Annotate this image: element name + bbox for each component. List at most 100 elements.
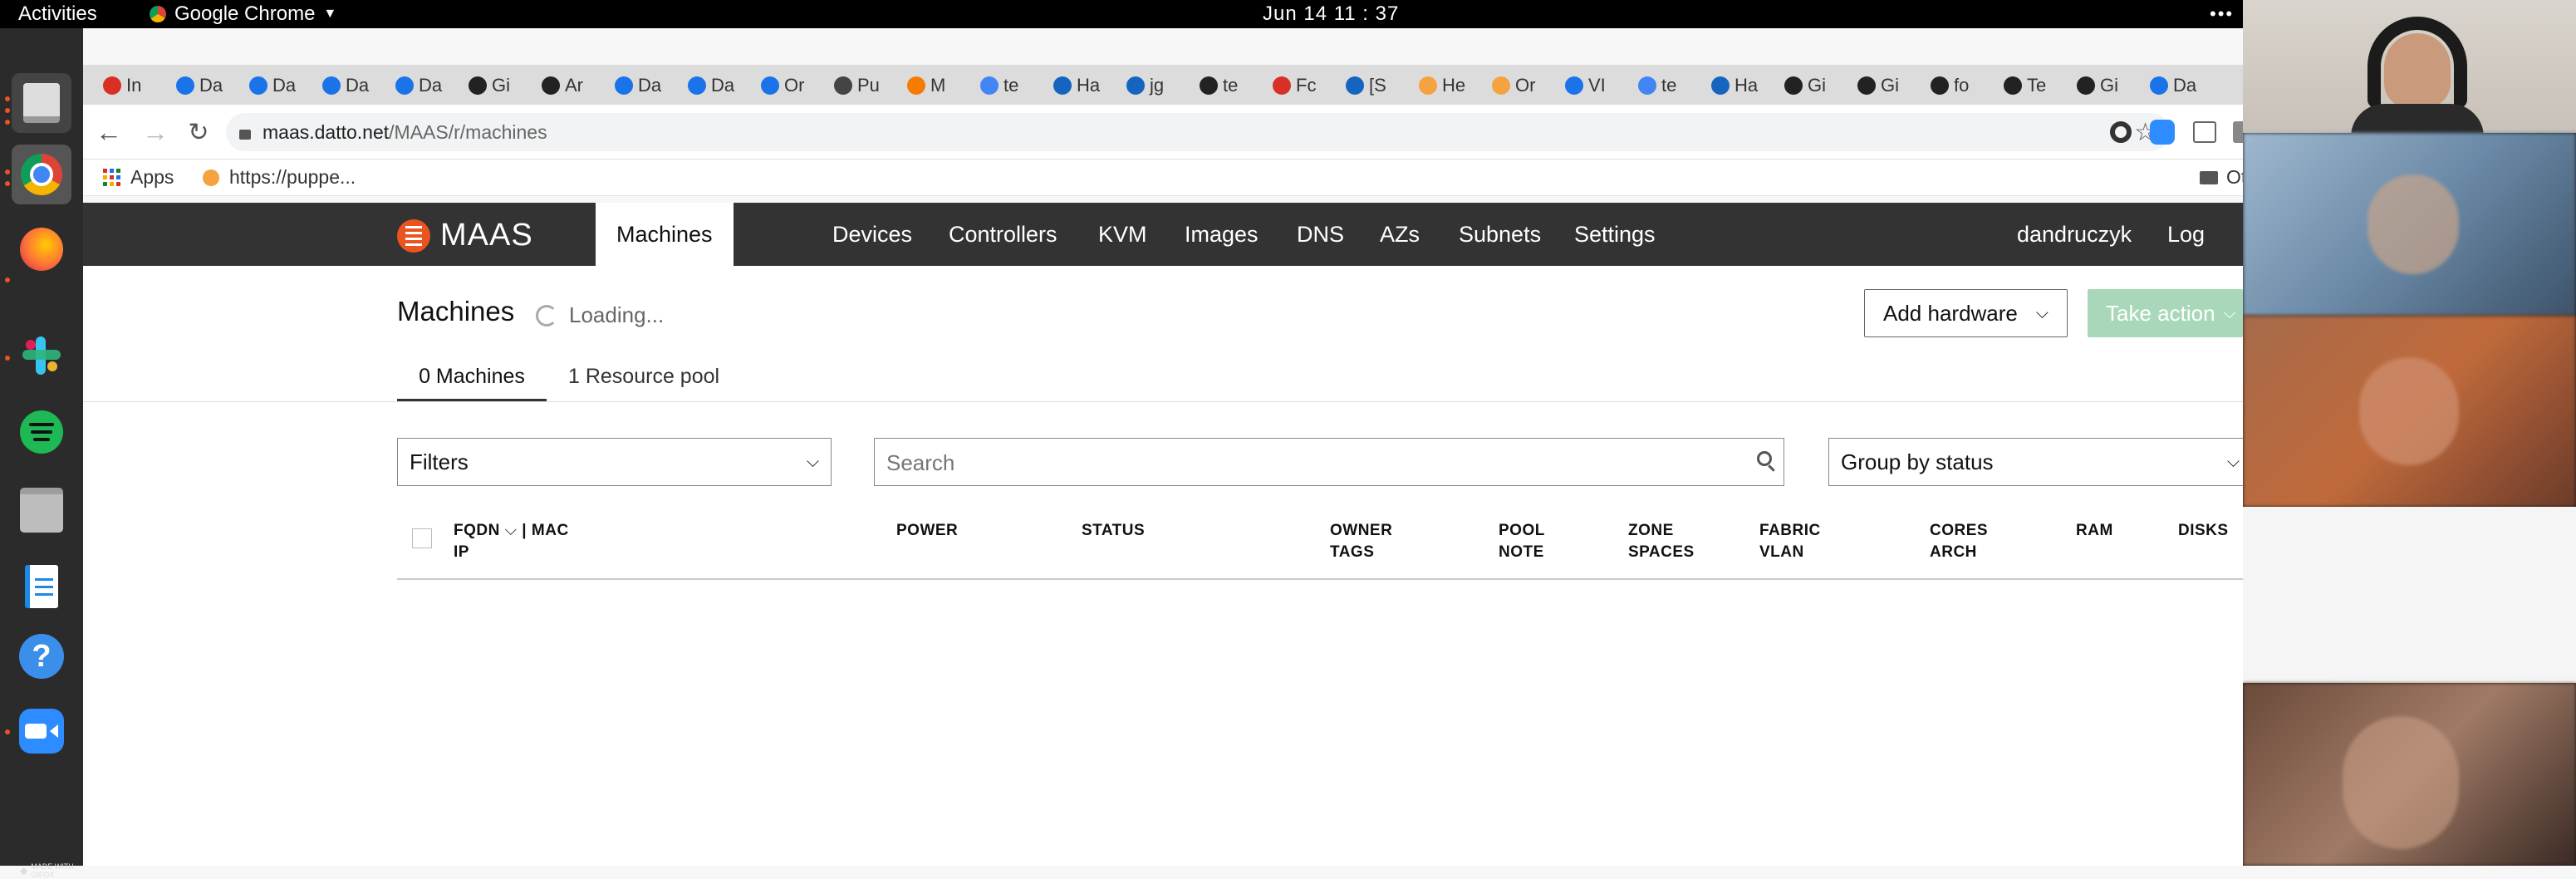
browser-tab[interactable]: Or bbox=[761, 71, 804, 100]
libreoffice-writer-icon[interactable] bbox=[12, 557, 71, 616]
nav-images[interactable]: Images bbox=[1164, 203, 1279, 266]
browser-tab[interactable]: Or bbox=[1492, 71, 1535, 100]
forward-arrow-icon[interactable]: → bbox=[140, 116, 171, 148]
column-header-ram[interactable]: RAM bbox=[2076, 520, 2113, 542]
column-header-pool[interactable]: POOL NOTE bbox=[1499, 520, 1545, 563]
column-header-status[interactable]: STATUS bbox=[1082, 520, 1145, 542]
browser-tab-label: Da bbox=[638, 75, 662, 96]
calendar-icon bbox=[2150, 76, 2168, 95]
select-all-checkbox[interactable] bbox=[412, 528, 432, 548]
github-icon bbox=[2077, 76, 2095, 95]
slack-icon[interactable] bbox=[12, 326, 71, 385]
extension-circle-icon[interactable] bbox=[2110, 121, 2132, 143]
tab-resource-pool[interactable]: 1 Resource pool bbox=[568, 356, 719, 402]
column-header-fqdn[interactable]: FQDN ⌵ | MAC IP bbox=[454, 520, 569, 563]
file-manager-icon[interactable] bbox=[12, 480, 71, 540]
browser-tab[interactable]: VI bbox=[1565, 71, 1606, 100]
tab-machines[interactable]: 0 Machines bbox=[397, 356, 547, 402]
lock-icon bbox=[239, 130, 251, 140]
browser-tab[interactable]: jg bbox=[1126, 71, 1164, 100]
nav-azs[interactable]: AZs bbox=[1359, 203, 1440, 266]
take-action-button[interactable]: Take action ⌵ bbox=[2088, 289, 2243, 337]
maas-logo-icon bbox=[397, 219, 430, 253]
nav-subnets[interactable]: Subnets bbox=[1438, 203, 1562, 266]
filters-dropdown[interactable]: Filters ⌵ bbox=[397, 438, 832, 486]
logout-link[interactable]: Log out bbox=[2147, 203, 2243, 310]
column-header-power[interactable]: POWER bbox=[896, 520, 958, 542]
system-menu-dots[interactable]: ••• bbox=[2210, 0, 2234, 28]
puppet-bookmark[interactable]: https://puppe... bbox=[203, 166, 356, 189]
browser-tab-label: Gi bbox=[492, 75, 510, 96]
search-input[interactable] bbox=[875, 439, 1719, 487]
browser-tab[interactable]: Te bbox=[2004, 71, 2046, 100]
group-by-dropdown[interactable]: Group by status ⌵ bbox=[1828, 438, 2252, 486]
browser-tab[interactable]: Ar bbox=[542, 71, 583, 100]
browser-tab[interactable]: Da bbox=[2150, 71, 2196, 100]
spotify-icon[interactable] bbox=[12, 402, 71, 462]
clock[interactable]: Jun 14 11 : 37 bbox=[1263, 2, 1399, 26]
browser-tab-strip: In Da Da Da Da Gi Ar Da Da Or Pu Mte Ha jg te Fc [S He Or V… bbox=[83, 65, 2243, 105]
column-header-owner[interactable]: OWNER TAGS bbox=[1330, 520, 1392, 563]
address-bar[interactable]: maas.datto.net /MAAS/r/machines ☆ bbox=[226, 113, 2170, 151]
browser-tab[interactable]: [S bbox=[1346, 71, 1386, 100]
participant-video bbox=[2243, 133, 2576, 316]
browser-tab[interactable]: He bbox=[1419, 71, 1465, 100]
book-icon bbox=[2004, 76, 2022, 95]
user-menu[interactable]: dandruczyk bbox=[1996, 203, 2152, 266]
other-bookmarks[interactable]: Ot bbox=[2200, 166, 2246, 189]
browser-tab[interactable]: Gi bbox=[2077, 71, 2118, 100]
browser-tab[interactable]: Ha bbox=[1053, 71, 1100, 100]
reload-icon[interactable]: ↻ bbox=[183, 116, 214, 148]
column-header-line1: DISKS bbox=[2178, 520, 2229, 542]
browser-tab[interactable]: Da bbox=[688, 71, 734, 100]
browser-tab[interactable]: te bbox=[1200, 71, 1238, 100]
help-icon[interactable]: ? bbox=[12, 626, 71, 686]
column-header-disks[interactable]: DISKS bbox=[2178, 520, 2229, 542]
browser-tab[interactable]: Da bbox=[395, 71, 442, 100]
sort-chevron-icon[interactable]: ⌵ bbox=[500, 522, 522, 539]
zoom-extension-icon[interactable] bbox=[2150, 120, 2175, 145]
column-title: RAM bbox=[2076, 522, 2113, 539]
github-icon bbox=[1857, 76, 1876, 95]
back-arrow-icon[interactable]: ← bbox=[93, 116, 125, 148]
zoom-icon[interactable] bbox=[12, 701, 71, 761]
files-manager-icon[interactable] bbox=[12, 73, 71, 133]
browser-tab[interactable]: Fc bbox=[1273, 71, 1316, 100]
search-box bbox=[874, 438, 1784, 487]
nav-dns[interactable]: DNS bbox=[1276, 203, 1365, 266]
browser-tab[interactable]: Gi bbox=[469, 71, 510, 100]
firefox-icon[interactable] bbox=[12, 219, 71, 279]
browser-tab-label: Da bbox=[2173, 75, 2197, 96]
browser-tab[interactable]: Ha bbox=[1711, 71, 1758, 100]
column-title: STATUS bbox=[1082, 522, 1146, 539]
nav-controllers[interactable]: Controllers bbox=[928, 203, 1078, 266]
app-menu[interactable]: Google Chrome ▼ bbox=[150, 2, 336, 26]
column-subtitle: IP bbox=[454, 543, 469, 561]
browser-tab[interactable]: Da bbox=[322, 71, 369, 100]
add-hardware-button[interactable]: Add hardware ⌵ bbox=[1864, 289, 2068, 337]
apps-bookmark[interactable]: Apps bbox=[103, 166, 174, 189]
browser-tab[interactable]: Da bbox=[176, 71, 223, 100]
browser-tab[interactable]: M bbox=[907, 71, 945, 100]
browser-tab[interactable]: In bbox=[103, 71, 141, 100]
activities-button[interactable]: Activities bbox=[18, 2, 97, 26]
extension-icon[interactable] bbox=[2193, 121, 2216, 143]
column-header-zone[interactable]: ZONE SPACES bbox=[1628, 520, 1695, 563]
column-header-fabric[interactable]: FABRIC VLAN bbox=[1759, 520, 1821, 563]
nav-kvm[interactable]: KVM bbox=[1077, 203, 1168, 266]
browser-tab[interactable]: fo bbox=[1931, 71, 1969, 100]
browser-tab-label: te bbox=[1003, 75, 1019, 96]
browser-tab[interactable]: Pu bbox=[834, 71, 880, 100]
browser-tab[interactable]: Da bbox=[249, 71, 296, 100]
browser-tab[interactable]: Gi bbox=[1857, 71, 1899, 100]
column-header-cores[interactable]: CORES ARCH bbox=[1930, 520, 1988, 563]
nav-machines[interactable]: Machines bbox=[596, 203, 734, 266]
browser-tab[interactable]: te bbox=[1638, 71, 1676, 100]
browser-tab[interactable]: Gi bbox=[1784, 71, 1826, 100]
browser-tab[interactable]: te bbox=[980, 71, 1018, 100]
nav-settings[interactable]: Settings bbox=[1553, 203, 1676, 266]
browser-tab[interactable]: Da bbox=[615, 71, 661, 100]
maas-logo[interactable]: MAAS bbox=[397, 218, 533, 253]
chrome-icon[interactable] bbox=[12, 145, 71, 204]
nav-devices[interactable]: Devices bbox=[812, 203, 933, 266]
